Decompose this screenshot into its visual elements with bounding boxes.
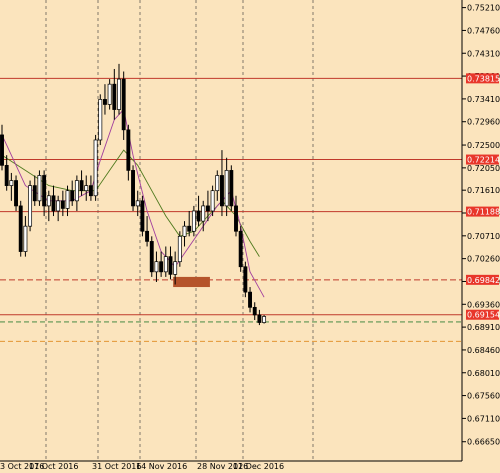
candle-body [215,175,220,192]
candle-body [42,175,47,207]
price-tick-label: 0.68460 [467,346,500,355]
candle-body [28,185,33,227]
candle-body [159,261,164,273]
candle-body [98,99,103,141]
price-tick-label: 0.67560 [467,392,500,401]
candlestick-chart: 0.752100.747600.743100.738600.734100.729… [0,0,500,473]
level-tag-label: 0.73815 [467,74,500,83]
level-tag-label: 0.69842 [467,276,500,285]
candle-body [140,200,145,232]
price-tick-label: 0.74760 [467,26,500,35]
price-tick-label: 0.66650 [467,438,500,447]
candle-body [65,190,70,209]
candle-body [135,200,140,207]
time-tick-label: 12 Dec 2016 [233,462,284,471]
candle-body [79,180,84,192]
candle-body [168,256,173,275]
candle-body [60,200,65,209]
candle-body [46,195,51,207]
candle-body [238,230,243,268]
candle-body [88,185,93,197]
candle-body [163,256,168,273]
candle-body [243,266,248,293]
candle-body [117,78,121,110]
price-tick-label: 0.70710 [467,232,500,241]
price-tick-label: 0.69360 [467,300,500,309]
price-tick-label: 0.68910 [467,323,500,332]
candle-body [74,180,79,202]
candle-body [145,230,150,242]
price-tick-label: 0.70260 [467,255,500,264]
candle-body [173,261,178,275]
price-tick-label: 0.73410 [467,95,500,104]
level-tag-label: 0.71188 [467,208,500,217]
candle-body [191,210,196,232]
candle-body [32,185,37,202]
candle-body [201,205,206,222]
support-zone [173,276,210,288]
candle-body [9,180,14,186]
candle-body [182,225,187,237]
candle-body [252,306,257,316]
candle-body [248,291,252,308]
candle-body [112,83,117,110]
candle-body [154,261,159,273]
level-tag-label: 0.69154 [467,311,500,320]
candle-body [187,225,192,232]
chart-background [0,0,500,473]
level-tag-label: 0.72214 [467,156,500,165]
candle-body [126,129,131,171]
candle-body [37,175,42,202]
candle-body [23,225,28,252]
time-tick-label: 14 Nov 2016 [136,462,187,471]
price-tick-label: 0.67110 [467,414,500,423]
candle-body [84,185,89,192]
candle-body [93,139,98,197]
candle-body [196,210,201,222]
time-tick-label: 17 Oct 2016 [29,462,78,471]
candle-body [4,164,9,186]
candle-body [131,170,135,207]
candle-body [210,190,215,212]
candle-body [70,190,75,202]
candle-body [107,83,112,105]
price-tick-label: 0.74310 [467,49,500,58]
price-tick-label: 0.71610 [467,186,500,195]
candle-body [257,314,262,323]
time-tick-label: 31 Oct 2016 [92,462,141,471]
candle-body [205,205,210,212]
price-tick-label: 0.75210 [467,4,500,13]
price-tick-label: 0.72960 [467,118,500,127]
candle-body [14,180,18,207]
candle-body [262,316,267,323]
time-axis: 3 Oct 201617 Oct 2016 31 Oct 201614 Nov 2… [0,462,284,471]
candle-body [229,170,234,207]
candle-body [177,235,182,263]
candle-body [220,175,224,207]
candle-body [121,78,126,131]
candle-body [224,170,229,207]
candle-body [149,241,154,273]
support-box [173,276,210,288]
price-tick-label: 0.72500 [467,141,500,150]
price-tick-label: 0.68010 [467,369,500,378]
candle-body [234,205,238,232]
candle-body [0,134,4,166]
price-tick-label: 0.72050 [467,164,500,173]
candle-body [51,195,56,212]
candle-body [103,99,107,105]
candle-body [56,200,61,212]
candle-body [18,205,23,252]
